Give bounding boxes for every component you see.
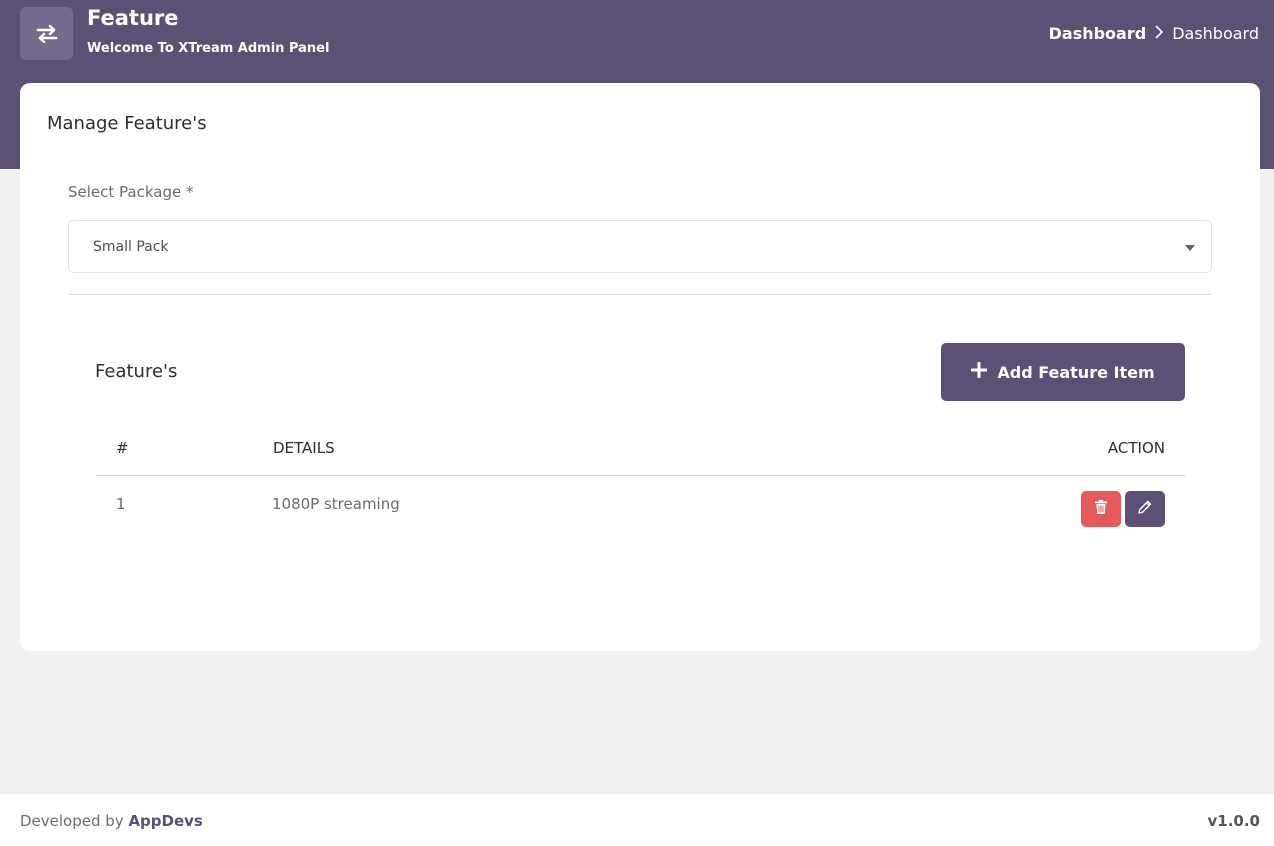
- page-title: Feature: [87, 6, 179, 30]
- column-header-details: DETAILS: [273, 439, 335, 457]
- package-select-value: Small Pack: [93, 238, 169, 255]
- add-feature-item-label: Add Feature Item: [997, 362, 1155, 382]
- table-row: 1 1080P streaming: [96, 477, 1185, 533]
- row-number: 1: [116, 495, 126, 513]
- footer-brand-link[interactable]: AppDevs: [128, 812, 202, 830]
- manage-features-card: Manage Feature's Select Package * Small …: [20, 83, 1260, 651]
- divider: [68, 294, 1212, 295]
- pencil-icon: [1138, 500, 1152, 518]
- package-select[interactable]: Small Pack: [68, 220, 1212, 273]
- edit-button[interactable]: [1125, 491, 1165, 527]
- footer: Developed by AppDevs v1.0.0: [0, 794, 1274, 846]
- footer-credit: Developed by AppDevs: [20, 812, 203, 830]
- row-details: 1080P streaming: [272, 495, 400, 513]
- chevron-right-icon: [1154, 24, 1164, 43]
- footer-prefix: Developed by: [20, 812, 129, 830]
- breadcrumb-dashboard-link[interactable]: Dashboard: [1049, 24, 1147, 43]
- app-version: v1.0.0: [1207, 812, 1261, 830]
- trash-icon: [1095, 500, 1107, 518]
- swap-arrows-icon: [20, 7, 73, 60]
- breadcrumb-current: Dashboard: [1172, 24, 1259, 43]
- plus-icon: [970, 361, 988, 382]
- caret-down-icon: [1185, 245, 1195, 251]
- package-label: Select Package *: [68, 183, 194, 201]
- features-section-title: Feature's: [95, 361, 178, 382]
- card-title: Manage Feature's: [47, 113, 207, 134]
- column-header-number: #: [116, 439, 129, 457]
- breadcrumb: Dashboard Dashboard: [1049, 24, 1259, 43]
- table-header: # DETAILS ACTION: [96, 438, 1185, 476]
- delete-button[interactable]: [1081, 491, 1121, 527]
- page-subtitle: Welcome To XTream Admin Panel: [87, 41, 330, 56]
- column-header-action: ACTION: [1107, 439, 1165, 457]
- add-feature-item-button[interactable]: Add Feature Item: [941, 343, 1185, 401]
